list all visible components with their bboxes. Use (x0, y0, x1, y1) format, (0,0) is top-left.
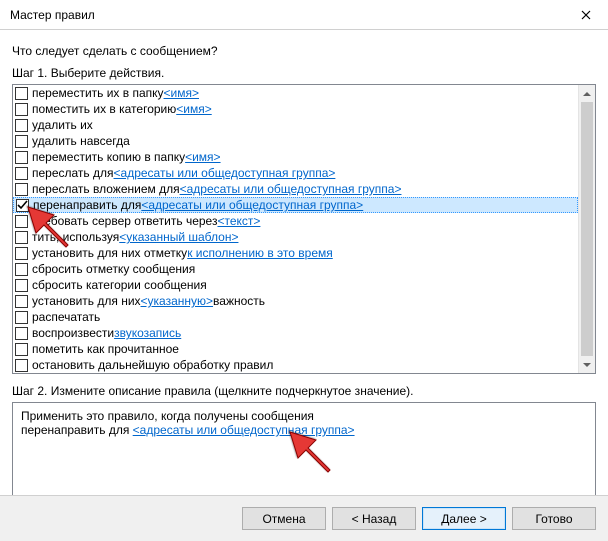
desc-line-1: Применить это правило, когда получены со… (21, 409, 587, 423)
action-label: остановить дальнейшую обработку правил (32, 358, 273, 372)
scroll-thumb[interactable] (581, 102, 593, 356)
action-label-suffix: важность (213, 294, 265, 308)
action-placeholder-link[interactable]: <адресаты или общедоступная группа> (114, 166, 336, 180)
next-button[interactable]: Далее > (422, 507, 506, 530)
step1-label: Шаг 1. Выберите действия. (12, 66, 596, 80)
action-checkbox[interactable] (15, 327, 28, 340)
close-button[interactable] (563, 0, 608, 30)
window-title: Мастер правил (10, 8, 95, 22)
action-placeholder-link[interactable]: <указанную> (141, 294, 214, 308)
action-placeholder-link[interactable]: <указанный шаблон> (119, 230, 238, 244)
action-label: пометить как прочитанное (32, 342, 179, 356)
action-label: переслать вложением для (32, 182, 180, 196)
action-label: переслать для (32, 166, 114, 180)
action-checkbox[interactable] (15, 119, 28, 132)
action-checkbox[interactable] (15, 135, 28, 148)
action-checkbox[interactable] (15, 359, 28, 372)
action-row[interactable]: требовать сервер ответить через <текст> (13, 213, 578, 229)
action-row[interactable]: воспроизвести звукозапись (13, 325, 578, 341)
action-checkbox[interactable] (15, 103, 28, 116)
action-placeholder-link[interactable]: <адресаты или общедоступная группа> (141, 198, 363, 212)
titlebar: Мастер правил (0, 0, 608, 30)
action-label: сбросить категории сообщения (32, 278, 207, 292)
action-placeholder-link[interactable]: к исполнению в это время (187, 246, 333, 260)
action-row[interactable]: переместить их в папку <имя> (13, 85, 578, 101)
action-row[interactable]: сбросить категории сообщения (13, 277, 578, 293)
action-row[interactable]: переслать вложением для <адресаты или об… (13, 181, 578, 197)
action-checkbox[interactable] (15, 215, 28, 228)
cancel-button[interactable]: Отмена (242, 507, 326, 530)
action-label: воспроизвести (32, 326, 114, 340)
action-placeholder-link[interactable]: звукозапись (114, 326, 181, 340)
action-checkbox[interactable] (15, 279, 28, 292)
action-checkbox[interactable] (15, 87, 28, 100)
action-row[interactable]: удалить их (13, 117, 578, 133)
action-label: удалить их (32, 118, 93, 132)
action-row[interactable]: сбросить отметку сообщения (13, 261, 578, 277)
action-checkbox[interactable] (15, 167, 28, 180)
finish-button[interactable]: Готово (512, 507, 596, 530)
action-row[interactable]: переместить копию в папку <имя> (13, 149, 578, 165)
action-checkbox[interactable] (15, 263, 28, 276)
action-label: перенаправить для (33, 198, 141, 212)
dialog-content: Что следует сделать с сообщением? Шаг 1.… (0, 30, 608, 500)
action-checkbox[interactable] (15, 231, 28, 244)
action-placeholder-link[interactable]: <имя> (164, 86, 199, 100)
rule-question: Что следует сделать с сообщением? (12, 44, 596, 58)
back-button[interactable]: < Назад (332, 507, 416, 530)
action-checkbox[interactable] (15, 151, 28, 164)
action-placeholder-link[interactable]: <текст> (217, 214, 260, 228)
action-checkbox[interactable] (15, 343, 28, 356)
scroll-down-button[interactable] (579, 356, 595, 373)
action-row[interactable]: установить для них <указанную> важность (13, 293, 578, 309)
action-row[interactable]: перенаправить для <адресаты или общедост… (13, 197, 578, 213)
action-row[interactable]: распечатать (13, 309, 578, 325)
scrollbar[interactable] (578, 85, 595, 373)
action-row[interactable]: тить, используя <указанный шаблон> (13, 229, 578, 245)
action-label: поместить их в категорию (32, 102, 176, 116)
action-label: распечатать (32, 310, 100, 324)
action-checkbox[interactable] (15, 183, 28, 196)
action-label: сбросить отметку сообщения (32, 262, 195, 276)
action-label: требовать сервер ответить через (32, 214, 217, 228)
action-row[interactable]: пометить как прочитанное (13, 341, 578, 357)
desc-line-2: перенаправить для <адресаты или общедост… (21, 423, 587, 437)
action-label: удалить навсегда (32, 134, 130, 148)
action-checkbox[interactable] (15, 247, 28, 260)
action-row[interactable]: удалить навсегда (13, 133, 578, 149)
action-placeholder-link[interactable]: <адресаты или общедоступная группа> (180, 182, 402, 196)
scroll-track[interactable] (579, 102, 595, 356)
action-label: установить для них отметку (32, 246, 187, 260)
action-row[interactable]: поместить их в категорию <имя> (13, 101, 578, 117)
action-checkbox[interactable] (16, 199, 29, 212)
button-bar: Отмена < Назад Далее > Готово (0, 495, 608, 541)
action-row[interactable]: переслать для <адресаты или общедоступна… (13, 165, 578, 181)
actions-list: переместить их в папку <имя>поместить их… (12, 84, 596, 374)
action-row[interactable]: остановить дальнейшую обработку правил (13, 357, 578, 373)
action-placeholder-link[interactable]: <имя> (185, 150, 220, 164)
action-label: тить, используя (32, 230, 119, 244)
desc-recipients-link[interactable]: <адресаты или общедоступная группа> (133, 423, 355, 437)
action-checkbox[interactable] (15, 295, 28, 308)
rule-description-box: Применить это правило, когда получены со… (12, 402, 596, 500)
step2-label: Шаг 2. Измените описание правила (щелкни… (12, 384, 596, 398)
action-placeholder-link[interactable]: <имя> (176, 102, 211, 116)
action-label: переместить копию в папку (32, 150, 185, 164)
close-icon (581, 10, 591, 20)
action-label: переместить их в папку (32, 86, 164, 100)
action-checkbox[interactable] (15, 311, 28, 324)
action-row[interactable]: установить для них отметку к исполнению … (13, 245, 578, 261)
scroll-up-button[interactable] (579, 85, 595, 102)
action-label: установить для них (32, 294, 141, 308)
